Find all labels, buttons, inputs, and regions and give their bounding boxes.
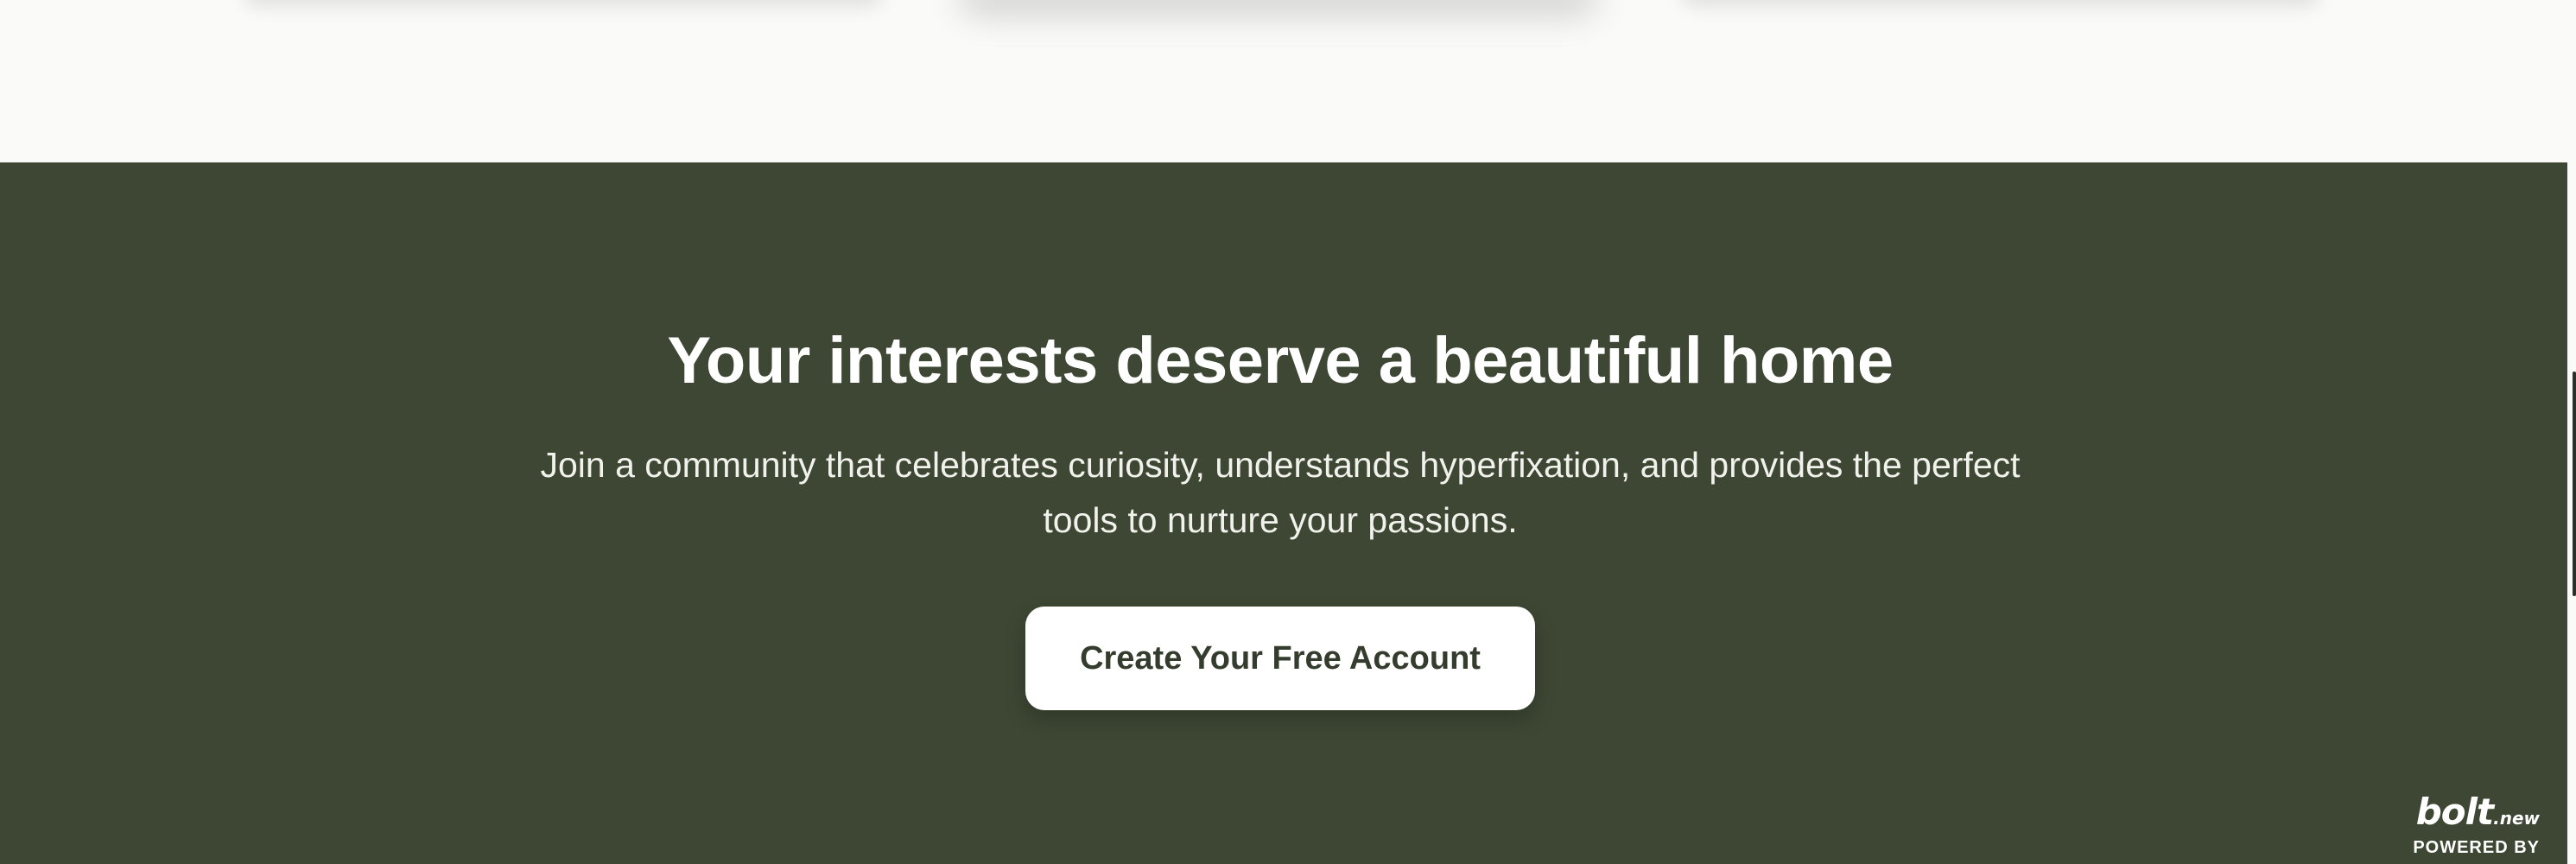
page: Your interests deserve a beautiful home … — [0, 0, 2576, 864]
scrollbar-thumb[interactable] — [2573, 372, 2576, 596]
powered-by-badge[interactable]: bolt.new POWERED BY — [2410, 786, 2557, 858]
powered-by-caption: POWERED BY — [2413, 838, 2540, 857]
scrollbar[interactable] — [2567, 0, 2576, 864]
cta-subtitle: Join a community that celebrates curiosi… — [540, 445, 2021, 540]
features-section-bottom — [0, 0, 2567, 162]
create-account-button[interactable]: Create Your Free Account — [1025, 607, 1535, 710]
cta-title: Your interests deserve a beautiful home — [667, 324, 1894, 397]
bolt-logo: bolt.new — [2416, 791, 2540, 839]
cta-section: Your interests deserve a beautiful home … — [0, 162, 2567, 864]
bolt-logo-suffix: .new — [2493, 808, 2540, 829]
bolt-logo-main: bolt — [2415, 791, 2494, 833]
